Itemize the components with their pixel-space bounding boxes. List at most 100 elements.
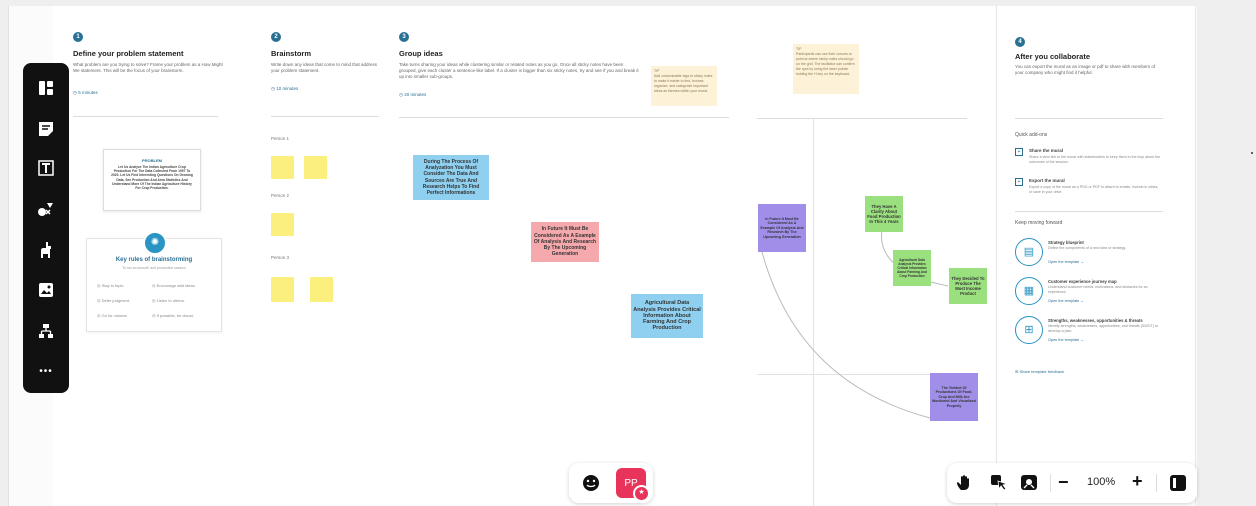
panel-title: After you collaborate xyxy=(1015,52,1091,61)
journey-map-icon: ▦ xyxy=(1015,277,1043,305)
template-item[interactable]: ▦ Customer experience journey map Unders… xyxy=(1015,277,1165,311)
hand-tool-icon[interactable] xyxy=(955,473,975,493)
open-template-link[interactable]: Open the template → xyxy=(1048,260,1084,264)
section-title: Keep moving forward xyxy=(1015,220,1063,226)
star-badge-icon: ★ xyxy=(633,485,650,502)
open-template-link[interactable]: Open the template → xyxy=(1048,299,1084,303)
template-title: Customer experience journey map xyxy=(1048,279,1117,284)
rule-item: ◎ Defer judgment. xyxy=(97,298,131,303)
divider xyxy=(1015,118,1163,119)
panel-description: What problem are you trying to solve? Fr… xyxy=(73,62,223,73)
panel-description: Take turns sharing your ideas while clus… xyxy=(399,62,639,79)
panel-description: You can export the mural as an image or … xyxy=(1015,64,1156,75)
diagram-icon[interactable] xyxy=(35,320,57,342)
user-avatar[interactable]: PP ★ xyxy=(616,468,650,502)
step-number: 3 xyxy=(399,32,409,42)
sticky-note[interactable] xyxy=(271,156,294,179)
divider xyxy=(271,116,379,117)
duration-label: ◷ 5 minutes xyxy=(73,90,98,95)
feedback-link[interactable]: ✉ Share template feedback xyxy=(1015,369,1064,374)
rule-item: ◎ Listen to others. xyxy=(152,298,186,303)
swot-icon: ⊞ xyxy=(1015,316,1043,344)
connector-lines xyxy=(761,229,949,419)
divider xyxy=(399,117,729,118)
panel-after-collaborate: 4 After you collaborate You can export t… xyxy=(996,6,1196,506)
step-number: 2 xyxy=(271,32,281,42)
sticky-note[interactable]: The Yielded Of Productions Of Food, Crop… xyxy=(930,373,978,421)
sticky-note[interactable] xyxy=(271,277,294,302)
templates-icon[interactable] xyxy=(35,77,57,99)
sticky-note[interactable]: In Future It Must Be Considered As A Exa… xyxy=(531,222,599,262)
template-item[interactable]: ⊞ Strengths, weaknesses, opportunities &… xyxy=(1015,316,1165,350)
zoom-controls: − 100% + xyxy=(947,463,1197,503)
item-desc: Share a view link to the mural with stak… xyxy=(1029,155,1161,164)
zoom-out-button[interactable]: − xyxy=(1058,472,1069,493)
tip-card: TIP Add customizable tags to sticky note… xyxy=(651,66,717,106)
zoom-level[interactable]: 100% xyxy=(1087,476,1115,488)
divider xyxy=(1015,211,1163,212)
sticky-note[interactable]: In Future It Must Be Considered As A Exa… xyxy=(758,204,806,252)
sticky-note[interactable] xyxy=(304,156,327,179)
person-label: Person 2 xyxy=(271,193,290,198)
item-desc: Export a copy of the mural as a PNG or P… xyxy=(1029,185,1159,194)
sticky-note[interactable]: During The Process Of Analyzation You Mu… xyxy=(413,155,489,200)
template-title: Strategy blueprint xyxy=(1048,240,1084,245)
separator xyxy=(1156,474,1157,492)
rule-item: ◎ Encourage wild ideas. xyxy=(152,283,196,288)
left-toolbar: ••• xyxy=(23,63,69,393)
rules-subtitle: To run an smooth and productive session xyxy=(122,266,186,270)
rules-title: Key rules of brainstorming xyxy=(115,257,193,263)
template-title: Strengths, weaknesses, opportunities & t… xyxy=(1048,318,1143,323)
strategy-blueprint-icon: ▤ xyxy=(1015,238,1043,266)
panel-title: Group ideas xyxy=(399,49,443,58)
section-title: Quick add-ons xyxy=(1015,132,1048,138)
sticky-note[interactable]: Agricultural Data Analysis Provides Crit… xyxy=(893,250,931,286)
llama-icon[interactable] xyxy=(35,239,57,261)
template-desc: Understand customer needs, motivations, … xyxy=(1048,285,1148,294)
duration-label: ◷ 10 minutes xyxy=(271,86,299,91)
mural-canvas[interactable]: 1 Define your problem statement What pro… xyxy=(0,0,1256,506)
more-icon[interactable]: ••• xyxy=(35,360,57,382)
template-desc: Identify strengths, weaknesses, opportun… xyxy=(1048,324,1158,333)
rule-item: ◎ Go for volume. xyxy=(97,313,128,318)
map-view-icon[interactable] xyxy=(1019,473,1039,493)
person-label: Person 3 xyxy=(271,255,290,260)
separator xyxy=(1050,474,1051,492)
sticky-note[interactable]: They Decided To Produce The Most Income … xyxy=(949,268,987,304)
share-icon: + xyxy=(1015,148,1023,156)
duration-label: ◷ 20 minutes xyxy=(399,92,427,97)
sticky-note[interactable]: Agricultural Data Analysis Provides Crit… xyxy=(631,294,703,338)
open-template-link[interactable]: Open the template → xyxy=(1048,338,1084,342)
panel-title: Define your problem statement xyxy=(73,49,184,58)
image-icon[interactable] xyxy=(35,279,57,301)
divider xyxy=(73,116,218,117)
brainstorm-rules-card[interactable]: ✺ Key rules of brainstorming To run an s… xyxy=(86,231,222,332)
select-tool-icon[interactable] xyxy=(989,473,1009,493)
outline-panel-icon[interactable] xyxy=(1169,474,1187,492)
problem-card[interactable]: PROBLEM Let Us Analyze The Indian Agricu… xyxy=(103,149,201,211)
sticky-note[interactable] xyxy=(310,277,333,302)
step-number: 4 xyxy=(1015,37,1025,47)
sticky-note[interactable] xyxy=(271,213,294,236)
collaborators-bar: PP ★ xyxy=(569,463,653,503)
panel-title: Brainstorm xyxy=(271,49,312,58)
panel-description: Write down any ideas that come to mind t… xyxy=(271,62,377,73)
shapes-icon[interactable] xyxy=(35,198,57,220)
template-desc: Define the components of a new idea or s… xyxy=(1048,246,1127,250)
template-item[interactable]: ▤ Strategy blueprint Define the componen… xyxy=(1015,238,1165,272)
step-number: 1 xyxy=(73,32,83,42)
panel-brainstorm: 2 Brainstorm Write down any ideas that c… xyxy=(251,6,382,506)
emoji-icon[interactable] xyxy=(582,474,600,492)
sticky-note-icon[interactable] xyxy=(35,118,57,140)
export-icon: + xyxy=(1015,178,1023,186)
sticky-note[interactable]: They Have A Clarity About Food Productio… xyxy=(865,196,903,232)
lightbulb-icon: ✺ xyxy=(143,231,167,255)
problem-text: Let Us Analyze The Indian Agriculture Cr… xyxy=(111,165,193,191)
text-icon[interactable] xyxy=(35,157,57,179)
item-title: Share the mural xyxy=(1029,148,1064,153)
rule-item: ◎ If possible, be visual. xyxy=(152,313,194,318)
rule-item: ◎ Stay in topic. xyxy=(97,283,125,288)
person-label: Person 1 xyxy=(271,136,290,141)
item-title: Export the mural xyxy=(1029,178,1065,183)
zoom-in-button[interactable]: + xyxy=(1132,471,1143,492)
